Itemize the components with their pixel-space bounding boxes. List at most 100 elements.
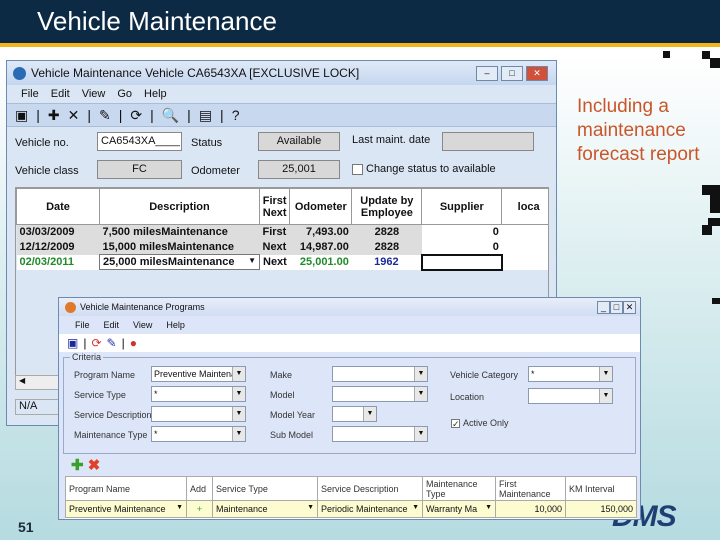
cell-fn: First [259,224,290,240]
cell-service-type[interactable]: Maintenance ▼ [212,500,318,518]
menu-file[interactable]: File [75,320,90,330]
location-select[interactable]: ▼ [528,388,613,404]
cell-odo: 7,493.00 [289,224,352,240]
refresh-icon[interactable]: ⟳ [91,336,101,350]
status-field: Available [258,132,340,151]
toolbar: ▣ | ⟳ ✎ | ● [59,334,640,352]
dropdown-arrow-icon[interactable]: ▼ [248,256,256,265]
help-icon[interactable]: ? [232,107,240,123]
add-icon[interactable]: ✚ [71,457,84,474]
window-title: Vehicle Maintenance Vehicle CA6543XA [EX… [31,66,360,80]
cell-service-desc[interactable]: Periodic Maintenance ▼ [317,500,423,518]
menu-bar: File Edit View Help [59,316,640,334]
active-only-checkbox[interactable]: ✓ Active Only [451,418,509,429]
menu-file[interactable]: File [21,88,39,100]
menu-help[interactable]: Help [166,320,185,330]
maximize-button[interactable]: □ [610,300,623,314]
vehicle-category-select[interactable]: * ▼ [528,366,613,382]
menu-bar: File Edit View Go Help [7,85,556,103]
table-row-selected[interactable]: 02/03/2011 25,000 milesMaintenance ▼ Next 25… [16,253,548,271]
service-description-select[interactable]: ▼ [151,406,246,422]
criteria-label: Criteria [70,352,104,362]
model-label: Model [270,390,295,400]
menu-go[interactable]: Go [117,88,132,100]
maintenance-type-label: Maintenance Type [74,430,148,440]
cell-emp: 1962 [351,254,422,270]
service-description-label: Service Description [74,410,152,420]
cell-emp: 2828 [351,239,422,255]
vehicle-no-label: Vehicle no. [15,137,69,149]
save-icon[interactable]: ▣ [67,336,78,350]
cell-sup[interactable]: 0 [421,224,502,240]
active-only-label: Active Only [463,418,509,428]
find-icon[interactable]: 🔍 [162,107,179,124]
cell-odo: 14,987.00 [289,239,352,255]
table-row[interactable]: 03/03/2009 7,500 milesMaintenance First 7,4… [16,224,548,240]
grid-toolbar: ✚ ✖ [71,456,100,474]
clear-icon[interactable]: ✎ [107,336,117,350]
close-button[interactable]: ✕ [526,66,548,81]
menu-edit[interactable]: Edit [104,320,120,330]
model-year-select[interactable]: ▼ [332,406,377,422]
cell-desc: 7,500 milesMaintenance [99,224,260,240]
col-first-next[interactable]: First Next [258,188,291,225]
model-select[interactable]: ▼ [332,386,428,402]
title-bar: Vehicle Maintenance Vehicle CA6543XA [EX… [7,61,556,85]
col-service-description[interactable]: Service Description [317,476,423,501]
close-button[interactable]: ✕ [623,300,636,314]
cell-program[interactable]: Preventive Maintenance ▼ [65,500,187,518]
toolbar: ▣ | ✚ ✕ | ✎ | ⟳ | 🔍 | ▤ | ? [7,103,556,127]
cell-maint-type[interactable]: Warranty Ma ▼ [422,500,496,518]
col-date[interactable]: Date [16,188,100,225]
refresh-icon[interactable]: ⟳ [130,107,142,124]
vehicle-class-label: Vehicle class [15,165,79,177]
menu-edit[interactable]: Edit [51,88,70,100]
col-update-by[interactable]: Update by Employee [351,188,423,225]
menu-view[interactable]: View [82,88,106,100]
minimize-button[interactable]: _ [597,300,610,314]
service-type-label: Service Type [74,390,126,400]
cell-interval[interactable]: 150,000 [565,500,637,518]
change-status-checkbox[interactable]: Change status to available [352,163,496,175]
cell-first[interactable]: 10,000 [495,500,566,518]
col-first-maintenance[interactable]: First Maintenance [495,476,566,501]
menu-view[interactable]: View [133,320,152,330]
maximize-button[interactable]: □ [501,66,523,81]
cell-emp: 2828 [351,224,422,240]
col-description[interactable]: Description [99,188,260,225]
cell-sup[interactable]: 0 [421,239,502,255]
computer-icon[interactable]: ▤ [199,107,212,124]
col-km-interval[interactable]: KM Interval [565,476,637,501]
col-add[interactable]: Add [186,476,213,501]
slide-header: Vehicle Maintenance [0,0,720,43]
minimize-button[interactable]: – [476,66,498,81]
app-icon [65,301,76,313]
service-type-select[interactable]: * ▼ [151,386,246,402]
delete-icon[interactable]: ✖ [88,457,101,474]
new-icon[interactable]: ✚ [48,107,60,124]
col-odometer[interactable]: Odometer [289,188,353,225]
sub-model-select[interactable]: ▼ [332,426,428,442]
odometer-label: Odometer [191,165,240,177]
table-row[interactable]: 12/12/2009 15,000 milesMaintenance Next 14,… [16,239,548,255]
title-bar: Vehicle Maintenance Programs _ □ ✕ [59,298,640,316]
program-name-select[interactable]: Preventive Maintenance ▼ [151,366,246,382]
col-maintenance-type[interactable]: Maintenance Type [422,476,496,501]
col-service-type[interactable]: Service Type [212,476,318,501]
delete-icon[interactable]: ✕ [68,107,80,124]
make-select[interactable]: ▼ [332,366,428,382]
col-program-name[interactable]: Program Name [65,476,187,501]
menu-help[interactable]: Help [144,88,167,100]
save-icon[interactable]: ▣ [15,107,28,124]
help-icon[interactable]: ● [130,336,137,350]
col-supplier[interactable]: Supplier [421,188,503,225]
maintenance-type-select[interactable]: * ▼ [151,426,246,442]
programs-grid: Program Name Add Service Type Service De… [65,476,637,519]
vehicle-no-input[interactable]: CA6543XA____ [97,132,182,151]
add-row-icon[interactable]: + [186,500,213,518]
clear-icon[interactable]: ✎ [99,107,111,124]
table-row[interactable]: Preventive Maintenance ▼ + Maintenance ▼ P… [65,500,637,518]
cell-desc[interactable]: 25,000 milesMaintenance ▼ [99,254,260,270]
cell-sup[interactable] [420,253,503,271]
col-location[interactable]: loca [501,188,548,225]
